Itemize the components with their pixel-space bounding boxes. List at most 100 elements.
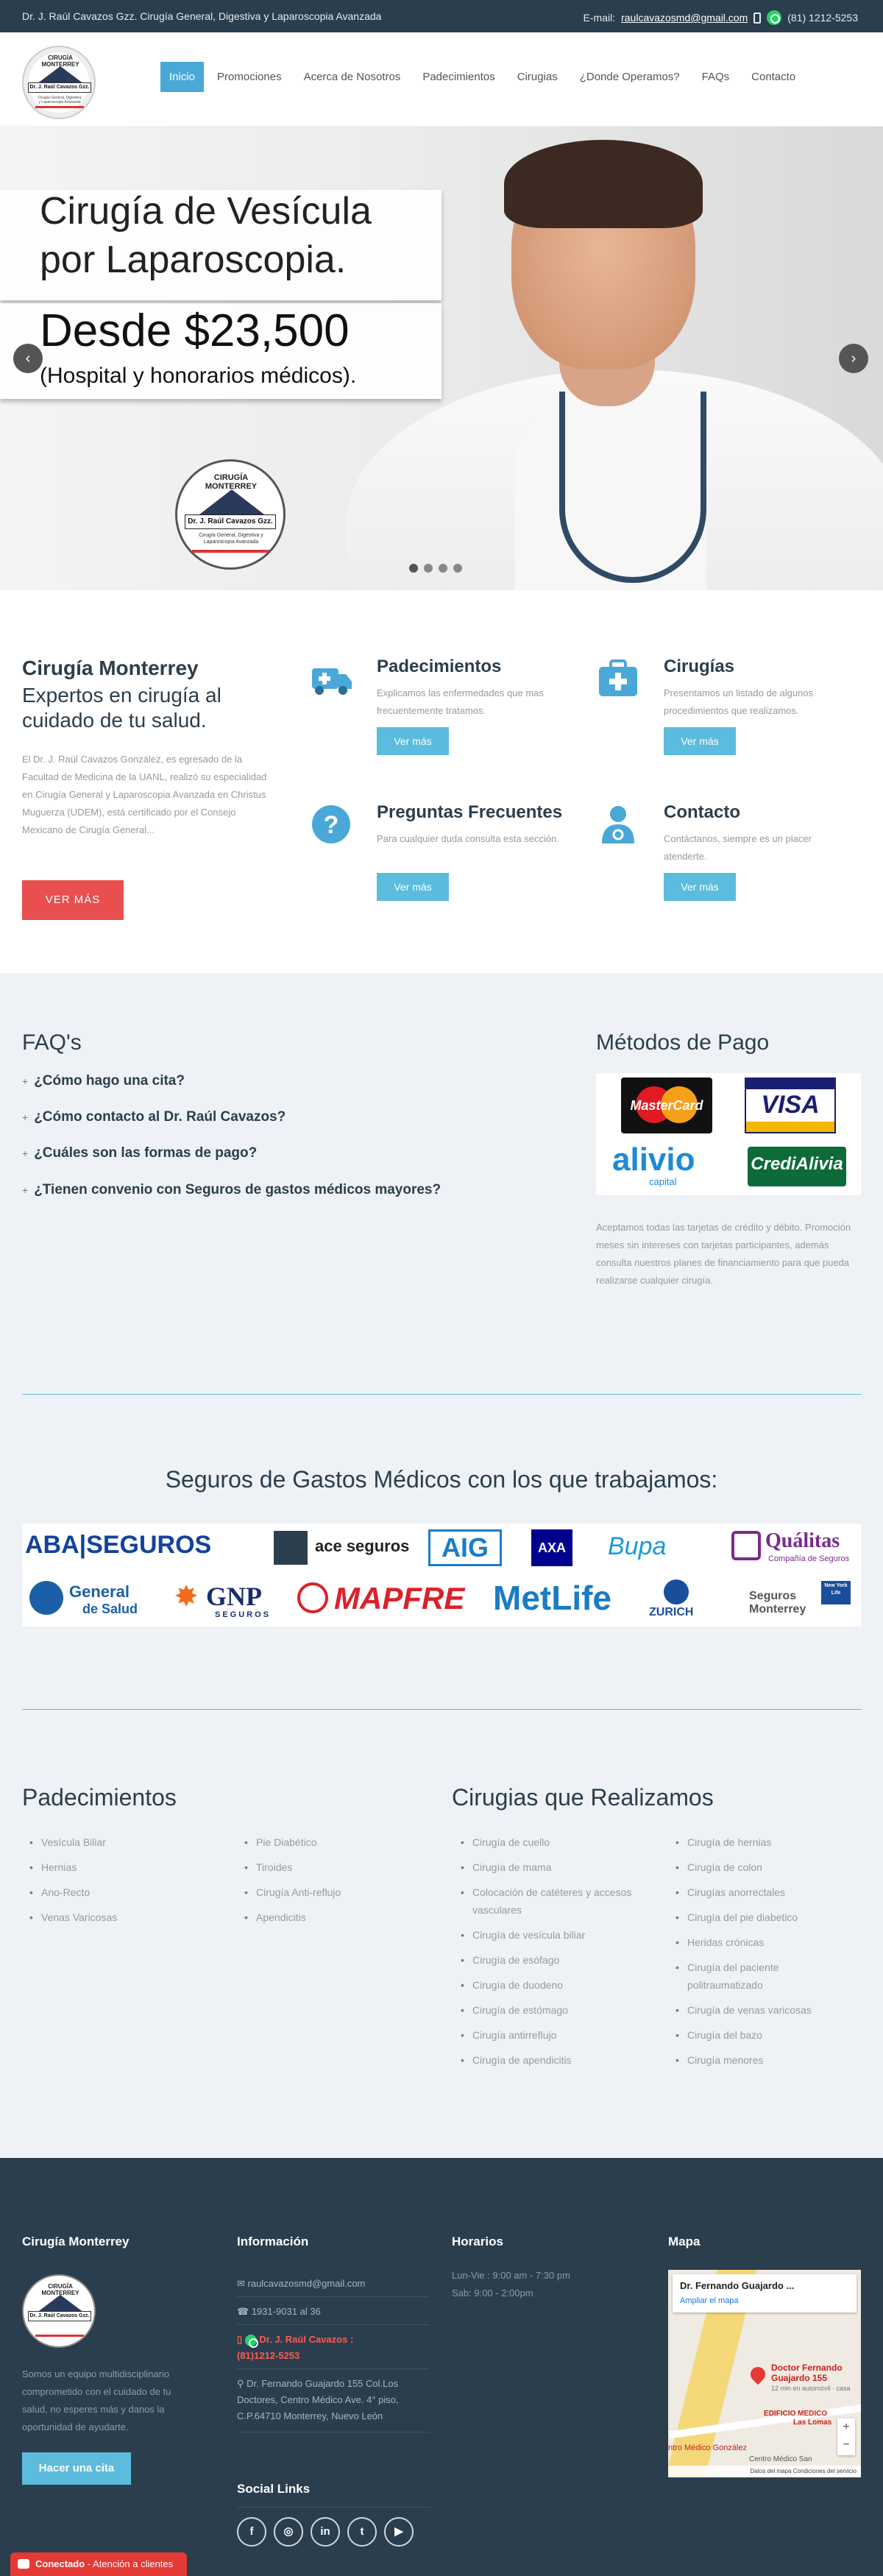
list-item[interactable]: Cirugía de mama: [461, 1855, 652, 1880]
list-item[interactable]: Cirugía de cuello: [461, 1830, 652, 1855]
feature-title: Preguntas Frecuentes: [377, 802, 563, 822]
list-item[interactable]: Cirugía menores: [675, 2048, 852, 2073]
nav-item-cirugias[interactable]: Cirugias: [508, 62, 567, 92]
ver-mas-button[interactable]: VER MÁS: [22, 880, 124, 920]
divider: [22, 1709, 861, 1710]
map-zoom-controls[interactable]: + −: [837, 2418, 855, 2455]
list-item[interactable]: Cirugía Anti-reflujo: [244, 1880, 421, 1905]
slide-price: Desde $23,500: [40, 305, 350, 356]
slider-dot[interactable]: [439, 564, 447, 573]
slider-dot[interactable]: [409, 564, 418, 573]
nav-item-contacto[interactable]: Contacto: [742, 62, 804, 92]
stethoscope-icon: [559, 392, 706, 583]
footer-mobile[interactable]: ▯ Dr. J. Raúl Cavazos : (81)1212-5253: [237, 2332, 428, 2364]
hero-logo: CIRUGÍA MONTERREY Dr. J. Raúl Cavazos Gz…: [175, 459, 286, 570]
nav-item-padecimientos[interactable]: Padecimientos: [414, 62, 503, 92]
envelope-icon: ✉: [237, 2278, 248, 2289]
hero-slider: Cirugía de Vesícula por Laparoscopia. De…: [0, 127, 883, 590]
feature-ver-mas-button[interactable]: Ver más: [664, 727, 736, 755]
list-item[interactable]: Cirugía del paciente politraumatizado: [675, 1955, 852, 1998]
padecimientos-list-title: Padecimientos: [22, 1784, 177, 1811]
insurance-title: Seguros de Gastos Médicos con los que tr…: [165, 1466, 718, 1493]
chat-widget[interactable]: Conectado - Atención a clientes: [10, 2552, 187, 2576]
list-item[interactable]: Cirugía de apendicitis: [461, 2048, 652, 2073]
footer-email[interactable]: ✉ raulcavazosmd@gmail.com: [237, 2276, 428, 2292]
nav-item-faqs[interactable]: FAQs: [693, 62, 739, 92]
list-item[interactable]: Tiroides: [244, 1855, 421, 1880]
list-item[interactable]: Cirugía del pie diabetico: [675, 1905, 852, 1930]
nav-item-promociones[interactable]: Promociones: [208, 62, 291, 92]
nav-item-donde-operamos[interactable]: ¿Donde Operamos?: [571, 62, 689, 92]
mapfre-icon: [297, 1582, 328, 1613]
feature-ver-mas-button[interactable]: Ver más: [377, 727, 449, 755]
footer-col-title: Información: [237, 2234, 309, 2248]
gnp-sub: SEGUROS: [215, 1610, 272, 1619]
feature-ver-mas-button[interactable]: Ver más: [664, 873, 736, 901]
phone-number[interactable]: (81) 1212-5253: [787, 12, 858, 24]
email-label: E-mail:: [583, 12, 616, 24]
site-header: CIRUGÍA MONTERREY Dr. J. Raúl Cavazos Gz…: [0, 32, 883, 127]
nav-item-inicio[interactable]: Inicio: [160, 62, 205, 92]
chat-status: Conectado: [35, 2558, 85, 2569]
slider-next-arrow-icon[interactable]: ›: [839, 344, 868, 373]
list-item[interactable]: Ano-Recto: [29, 1880, 206, 1905]
list-item[interactable]: Heridas crónicas: [675, 1930, 852, 1955]
list-item[interactable]: Cirugía de venas varicosas: [675, 1998, 852, 2023]
site-logo[interactable]: CIRUGÍA MONTERREY Dr. J. Raúl Cavazos Gz…: [22, 46, 96, 119]
list-item[interactable]: Cirugía de esófago: [461, 1947, 652, 1972]
ace-seguros-logo: ace seguros: [315, 1537, 410, 1555]
hacer-cita-button[interactable]: Hacer una cita: [22, 2452, 131, 2485]
email-link[interactable]: raulcavazosmd@gmail.com: [621, 12, 748, 24]
footer-phone[interactable]: ☎ 1931-9031 al 36: [237, 2304, 428, 2320]
slider-dot[interactable]: [424, 564, 433, 573]
list-item[interactable]: Cirugía de estómago: [461, 1998, 652, 2023]
youtube-icon[interactable]: ▶: [384, 2517, 414, 2547]
faq-item[interactable]: + ¿Cuáles son las formas de pago?: [22, 1145, 257, 1161]
visa-logo: VISA: [745, 1078, 836, 1133]
insurance-logos: ABA|SEGUROS ace seguros AIG AXA Bupa Quá…: [22, 1524, 861, 1627]
embedded-map[interactable]: Dr. Fernando Guajardo ... Ampliar el map…: [668, 2270, 861, 2477]
facebook-icon[interactable]: f: [237, 2517, 266, 2547]
padecimientos-list: Vesícula Biliar Hernias Ano-Recto Venas …: [29, 1830, 206, 1930]
list-item[interactable]: Cirugía de hernias: [675, 1830, 852, 1855]
instagram-icon[interactable]: ◎: [274, 2517, 303, 2547]
list-item[interactable]: Hernias: [29, 1855, 206, 1880]
linkedin-icon[interactable]: in: [311, 2517, 340, 2547]
plus-icon: +: [22, 1075, 29, 1087]
divider: [237, 2296, 430, 2297]
faq-item[interactable]: + ¿Cómo hago una cita?: [22, 1073, 185, 1089]
aig-logo: AIG: [428, 1529, 502, 1566]
list-item[interactable]: Venas Varicosas: [29, 1905, 206, 1930]
list-item[interactable]: Cirugía de duodeno: [461, 1972, 652, 1998]
map-enlarge-link[interactable]: Ampliar el mapa: [680, 2296, 738, 2305]
list-item[interactable]: Cirugía de colon: [675, 1855, 852, 1880]
logo-sub-text: Cirugía General, Digestiva y Laparoscopi…: [38, 96, 82, 105]
list-item[interactable]: Vesícula Biliar: [29, 1830, 206, 1855]
whatsapp-icon: [244, 2334, 258, 2348]
feature-text: Contáctanos, siempre es un placer atende…: [664, 833, 812, 862]
list-item[interactable]: Colocación de catéteres y accesos vascul…: [461, 1880, 652, 1922]
about-description: El Dr. J. Raúl Cavazos González, es egre…: [22, 754, 267, 835]
qualitas-sub: Compañía de Seguros: [768, 1554, 850, 1563]
about-section: Cirugía Monterrey Expertos en cirugía al…: [0, 590, 883, 973]
list-item[interactable]: Apendicitis: [244, 1905, 421, 1930]
list-item[interactable]: Cirugía antirreflujo: [461, 2023, 652, 2048]
slider-dot[interactable]: [453, 564, 462, 573]
mapfre-logo: MAPFRE: [334, 1581, 465, 1616]
divider: [237, 2324, 430, 2325]
list-item[interactable]: Pie Diabético: [244, 1830, 421, 1855]
list-item[interactable]: Cirugías anorrectales: [675, 1880, 852, 1905]
nav-item-acerca[interactable]: Acerca de Nosotros: [295, 62, 410, 92]
alivio-logo: alivio capital: [612, 1142, 695, 1188]
feature-text: Para cualquier duda consulta esta secció…: [377, 833, 559, 844]
list-item[interactable]: Cirugía del bazo: [675, 2023, 852, 2048]
mobile-icon: ▯: [237, 2334, 245, 2345]
slider-prev-arrow-icon[interactable]: ‹: [13, 344, 43, 373]
twitter-icon[interactable]: t: [347, 2517, 377, 2547]
hours-line: Sab: 9:00 - 2:00pm: [452, 2287, 533, 2299]
feature-title: Contacto: [664, 802, 740, 822]
feature-ver-mas-button[interactable]: Ver más: [377, 873, 449, 901]
list-item[interactable]: Cirugía de vesícula biliar: [461, 1922, 652, 1947]
faq-item[interactable]: + ¿Tienen convenio con Seguros de gastos …: [22, 1182, 441, 1198]
faq-item[interactable]: + ¿Cómo contacto al Dr. Raúl Cavazos?: [22, 1109, 286, 1125]
